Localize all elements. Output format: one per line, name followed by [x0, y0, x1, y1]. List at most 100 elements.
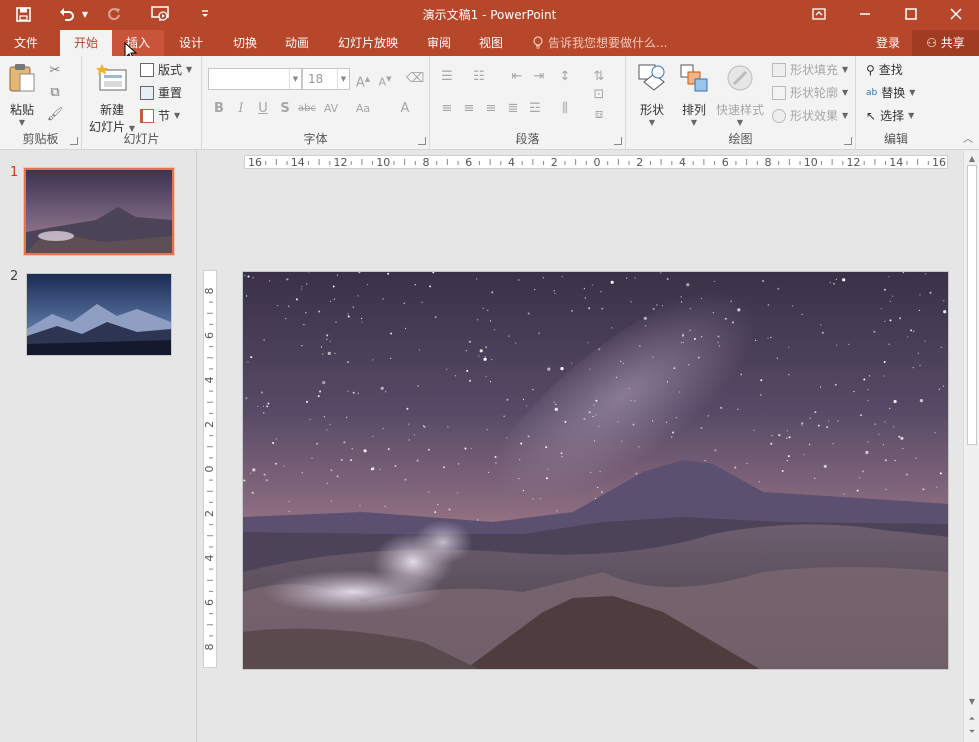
text-shadow-icon[interactable]: S: [276, 100, 294, 118]
italic-icon[interactable]: I: [232, 100, 250, 118]
font-size-combo[interactable]: 18 ▼: [302, 68, 350, 90]
star: [319, 390, 322, 393]
layout-button[interactable]: 版式 ▼: [140, 60, 192, 80]
bullets-icon[interactable]: ☰: [438, 68, 456, 86]
star: [486, 429, 488, 431]
ruler-label: 8: [423, 156, 430, 168]
undo-dropdown-icon[interactable]: ▼: [78, 4, 92, 24]
align-right-icon[interactable]: ≡: [482, 100, 500, 118]
shape-outline-button[interactable]: 形状轮廓 ▼: [772, 83, 848, 103]
columns-icon[interactable]: ⫼: [556, 100, 574, 118]
increase-font-icon[interactable]: A▲: [354, 70, 372, 90]
star: [477, 319, 479, 321]
text-direction-icon[interactable]: ⇅: [590, 68, 608, 86]
star: [628, 387, 630, 390]
change-case-icon[interactable]: Aa: [354, 100, 372, 118]
shapes-button[interactable]: 形状 ▼: [632, 62, 672, 127]
drawing-launcher-icon[interactable]: [844, 137, 852, 145]
close-icon[interactable]: [933, 0, 979, 28]
share-button[interactable]: ⚇ 共享: [912, 30, 979, 56]
maximize-icon[interactable]: [888, 0, 934, 28]
star: [801, 424, 803, 426]
tab-insert[interactable]: 插入: [112, 30, 164, 56]
shape-effects-button[interactable]: 形状效果 ▼: [772, 106, 848, 126]
previous-slide-icon[interactable]: ⏶: [964, 713, 979, 725]
paragraph-launcher-icon[interactable]: [614, 137, 622, 145]
font-size-dropdown-icon[interactable]: ▼: [337, 69, 349, 89]
decrease-font-icon[interactable]: A▼: [376, 70, 394, 89]
save-icon[interactable]: [10, 4, 36, 24]
from-beginning-icon[interactable]: [148, 4, 172, 24]
tab-view[interactable]: 视图: [468, 30, 514, 56]
redo-icon[interactable]: [104, 4, 124, 24]
star: [645, 325, 647, 327]
star: [347, 315, 350, 318]
font-color-icon[interactable]: A: [396, 100, 414, 118]
bold-icon[interactable]: B: [210, 100, 228, 118]
font-name-combo[interactable]: ▼: [208, 68, 302, 90]
line-spacing-icon[interactable]: ↕: [556, 68, 574, 86]
paste-dropdown-icon[interactable]: ▼: [4, 118, 40, 127]
quick-styles-button[interactable]: 快速样式 ▼: [714, 62, 766, 127]
align-left-icon[interactable]: ≡: [438, 100, 456, 118]
paste-button[interactable]: 粘贴 ▼: [4, 62, 40, 127]
minimize-icon[interactable]: [842, 0, 888, 28]
format-painter-icon[interactable]: 🖌: [46, 106, 64, 124]
vertical-scrollbar[interactable]: ▲ ▼ ⏶ ⏷: [963, 151, 979, 742]
star: [243, 479, 246, 482]
ruler-label: 2: [551, 156, 558, 168]
slide-thumbnail-1[interactable]: [23, 167, 175, 256]
reset-button[interactable]: 重置: [140, 83, 182, 103]
slide-thumbnail-2[interactable]: [26, 273, 172, 356]
star: [487, 309, 489, 311]
customize-qat-icon[interactable]: [196, 4, 214, 24]
shape-fill-button[interactable]: 形状填充 ▼: [772, 60, 848, 80]
new-slide-button[interactable]: 新建 幻灯片 ▼: [88, 62, 136, 135]
decrease-indent-icon[interactable]: ⇤: [508, 68, 526, 86]
font-launcher-icon[interactable]: [418, 137, 426, 145]
section-button[interactable]: 节 ▼: [140, 106, 180, 126]
cut-icon[interactable]: ✂: [46, 62, 64, 80]
scrollbar-thumb[interactable]: [967, 165, 977, 445]
star: [874, 423, 876, 425]
collapse-ribbon-icon[interactable]: ︿: [963, 130, 973, 145]
align-center-icon[interactable]: ≡: [460, 100, 478, 118]
star: [251, 491, 254, 494]
scroll-up-icon[interactable]: ▲: [964, 153, 979, 165]
character-spacing-icon[interactable]: AV: [322, 100, 340, 118]
find-button[interactable]: ⚲ 查找: [866, 60, 903, 80]
numbering-icon[interactable]: ☷: [470, 68, 488, 86]
align-text-icon[interactable]: ⊡: [590, 86, 608, 104]
font-name-dropdown-icon[interactable]: ▼: [289, 69, 301, 89]
justify-icon[interactable]: ≣: [504, 100, 522, 118]
slide-canvas[interactable]: [242, 271, 949, 670]
distributed-icon[interactable]: ☲: [526, 100, 544, 118]
tab-transitions[interactable]: 切换: [220, 30, 270, 56]
starry-volcano-image[interactable]: [243, 272, 949, 670]
clear-formatting-icon[interactable]: ⌫: [406, 70, 424, 88]
star: [598, 425, 600, 427]
scroll-down-icon[interactable]: ▼: [964, 696, 979, 708]
copy-icon[interactable]: ⧉: [46, 84, 64, 102]
tab-slideshow[interactable]: 幻灯片放映: [330, 30, 406, 56]
tab-review[interactable]: 审阅: [416, 30, 462, 56]
star: [792, 305, 794, 307]
replace-button[interactable]: ab 替换 ▼: [866, 83, 915, 103]
undo-icon[interactable]: [56, 4, 78, 24]
tab-file[interactable]: 文件: [0, 30, 52, 56]
next-slide-icon[interactable]: ⏷: [964, 726, 979, 738]
tab-design[interactable]: 设计: [166, 30, 216, 56]
tell-me-box[interactable]: 告诉我您想要做什么...: [532, 30, 667, 56]
select-button[interactable]: ↖ 选择 ▼: [866, 106, 914, 126]
login-link[interactable]: 登录: [876, 30, 900, 56]
tab-animations[interactable]: 动画: [272, 30, 322, 56]
underline-icon[interactable]: U: [254, 100, 272, 118]
clipboard-launcher-icon[interactable]: [70, 137, 78, 145]
arrange-button[interactable]: 排列 ▼: [674, 62, 714, 127]
convert-smartart-icon[interactable]: ⧈: [590, 106, 608, 124]
ribbon-display-options-icon[interactable]: [796, 0, 842, 28]
strikethrough-icon[interactable]: abc: [298, 100, 316, 118]
tab-home[interactable]: 开始: [60, 30, 112, 56]
star: [265, 479, 268, 482]
increase-indent-icon[interactable]: ⇥: [530, 68, 548, 86]
